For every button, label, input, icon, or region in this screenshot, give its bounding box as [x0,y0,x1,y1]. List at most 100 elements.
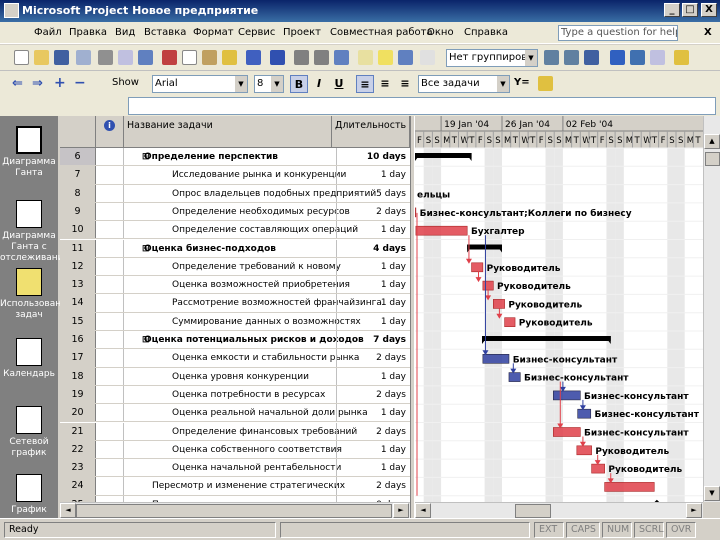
minus-icon[interactable]: − [74,76,89,91]
show-button[interactable]: Show [112,77,139,88]
row-id[interactable]: 15 [60,312,96,330]
duration-cell[interactable]: 2 days [336,349,406,367]
table-row[interactable]: 10 Определение составляющих операций 1 day [60,221,410,240]
table-horizontal-scrollbar[interactable]: ◄ ► [60,502,410,518]
task-notes-icon[interactable] [378,50,393,65]
table-row[interactable]: 12 Определение требований к новому 1 day [60,257,410,277]
menu-edit[interactable]: Правка [69,27,107,38]
view-task-usage[interactable]: Использование задач [0,268,73,321]
duration-cell[interactable]: 1 day [336,166,406,184]
copy-icon[interactable] [182,50,197,65]
minimize-button[interactable]: _ [664,3,680,17]
table-row[interactable]: 16 ⊟ Оценка потенциальных рисков и доходов… [60,331,410,350]
chevron-down-icon[interactable]: ▼ [525,50,537,66]
search-icon[interactable] [76,50,91,65]
align-left-icon[interactable]: ≡ [356,75,374,93]
scroll-down-icon[interactable]: ▼ [704,486,720,501]
goto-task-icon[interactable] [584,50,599,65]
row-id[interactable]: 6 [60,148,96,166]
duration-cell[interactable]: 10 days [336,148,406,166]
duration-cell[interactable]: 1 day [336,312,406,330]
maximize-button[interactable]: □ [682,3,698,17]
row-id[interactable]: 16 [60,331,96,349]
filter-combo[interactable]: Все задачи ▼ [418,75,510,93]
menu-tools[interactable]: Сервис [238,27,275,38]
menu-window[interactable]: Окно [427,27,454,38]
save-icon[interactable] [54,50,69,65]
view-gantt-chart[interactable]: Диаграмма Ганта [0,126,58,179]
duration-cell[interactable]: 2 days [336,202,406,221]
table-row[interactable]: 9 Определение необходимых ресурсов 2 days [60,202,410,222]
scroll-right-icon[interactable]: ► [686,503,702,518]
row-id[interactable]: 8 [60,184,96,202]
duration-cell[interactable]: 2 days [336,477,406,495]
plus-icon[interactable]: + [54,76,69,91]
table-row[interactable]: 19 Оценка потребности в ресурсах 2 days [60,385,410,405]
copy-picture-icon[interactable] [610,50,625,65]
duration-cell[interactable]: 1 day [336,459,406,477]
undo-icon[interactable] [246,50,261,65]
entry-field[interactable] [128,97,716,115]
view-calendar[interactable]: Календарь [0,338,58,380]
row-id[interactable]: 9 [60,202,96,221]
row-id[interactable]: 14 [60,294,96,312]
insert-hyperlink-icon[interactable] [270,50,285,65]
row-id[interactable]: 23 [60,459,96,477]
duration-cell[interactable]: 1 day [336,257,406,276]
network-icon[interactable] [650,50,665,65]
row-id[interactable]: 11 [60,239,96,257]
spelling-icon[interactable] [138,50,153,65]
duration-cell[interactable]: 1 day [336,294,406,312]
menu-project[interactable]: Проект [283,27,321,38]
duration-header[interactable]: Длительность [332,116,410,148]
duration-cell[interactable]: 1 day [336,404,406,422]
row-id[interactable]: 21 [60,422,96,440]
task-name-header[interactable]: Название задачи [124,116,332,148]
zoom-in-icon[interactable] [544,50,559,65]
table-row[interactable]: 11 ⊟ Оценка бизнес-подходов 4 days [60,239,410,258]
collapse-icon[interactable]: ⊟ [142,240,150,257]
menu-insert[interactable]: Вставка [144,27,186,38]
help-icon[interactable] [674,50,689,65]
row-id[interactable]: 22 [60,440,96,459]
row-id[interactable]: 24 [60,477,96,495]
chevron-down-icon[interactable]: ▼ [497,76,509,92]
row-id[interactable]: 10 [60,221,96,239]
cut-icon[interactable] [162,50,177,65]
unlink-tasks-icon[interactable] [314,50,329,65]
underline-button[interactable]: U [330,75,348,93]
menu-view[interactable]: Вид [115,27,135,38]
autofilter-button[interactable]: Y= [514,77,530,88]
align-center-icon[interactable]: ≡ [376,75,394,93]
font-size-combo[interactable]: 8 ▼ [254,75,284,93]
collapse-icon[interactable]: ⊟ [142,148,150,165]
table-row[interactable]: 21 Определение финансовых требований 2 day… [60,422,410,441]
duration-cell[interactable]: 2 days [336,422,406,440]
close-button[interactable]: X [701,3,717,17]
table-row[interactable]: 23 Оценка начальной рентабельности 1 day [60,459,410,478]
table-row[interactable]: 8 Опрос владельцев подобных предприятий 5 … [60,184,410,203]
project-guide-icon[interactable] [630,50,645,65]
duration-cell[interactable]: 1 day [336,367,406,385]
row-id[interactable]: 19 [60,385,96,404]
print-icon[interactable] [98,50,113,65]
new-icon[interactable] [14,50,29,65]
gantt-wizard-icon[interactable] [538,76,553,91]
scroll-right-icon[interactable]: ► [393,503,409,518]
duration-cell[interactable]: 2 days [336,385,406,404]
table-row[interactable]: 7 Исследование рынка и конкуренции 1 day [60,166,410,185]
italic-button[interactable]: I [310,75,328,93]
duration-cell[interactable]: 1 day [336,221,406,239]
duration-cell[interactable]: 5 days [336,184,406,202]
row-id[interactable]: 13 [60,276,96,294]
chevron-down-icon[interactable]: ▼ [235,76,247,92]
task-information-icon[interactable] [358,50,373,65]
split-task-icon[interactable] [334,50,349,65]
arrow-right-icon[interactable]: ⇒ [32,76,47,91]
table-row[interactable]: 20 Оценка реальной начальной доли рынка 1 … [60,404,410,423]
chart-horizontal-scrollbar[interactable]: ◄ ► [415,502,703,518]
scroll-thumb[interactable] [515,504,551,518]
row-id[interactable]: 17 [60,349,96,367]
menu-format[interactable]: Формат [193,27,234,38]
arrow-left-icon[interactable]: ⇐ [12,76,27,91]
